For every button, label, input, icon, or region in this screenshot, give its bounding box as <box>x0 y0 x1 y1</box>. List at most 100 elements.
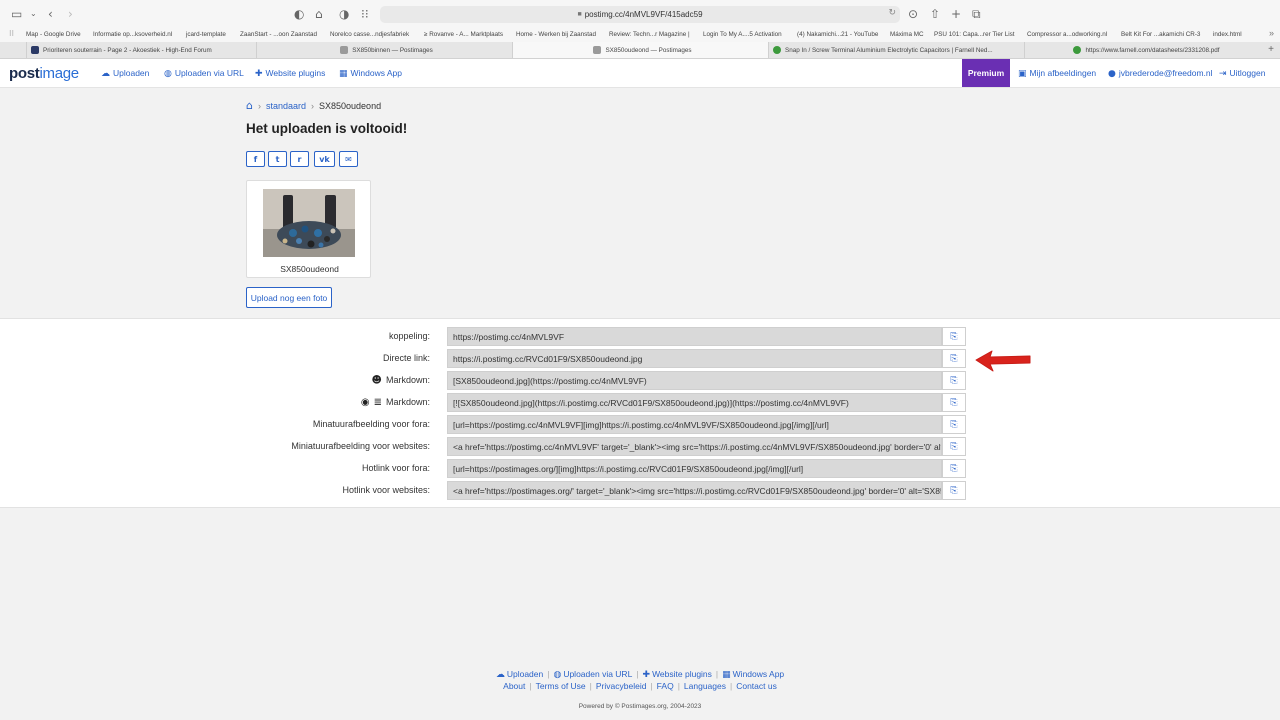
link-value-field[interactable]: [![SX850oudeond.jpg](https://i.postimg.c… <box>447 393 942 412</box>
nav-upload[interactable]: ☁ Uploaden <box>101 68 149 79</box>
footer-languages-link[interactable]: Languages <box>684 681 726 691</box>
footer-plugins-label: Website plugins <box>652 669 712 679</box>
bookmark-item[interactable]: ≥ Rovanve - A... Marktplaats <box>424 31 503 38</box>
tab-overview-icon[interactable]: ⧉ <box>972 6 981 22</box>
bookmark-item[interactable]: index.html <box>1213 31 1242 38</box>
thumbnail-card[interactable]: SX850oudeond <box>246 180 371 278</box>
bookmark-item[interactable]: Review: Techn...r Magazine | <box>609 31 690 38</box>
breadcrumb-folder[interactable]: standaard <box>266 101 306 111</box>
new-tab-plus-icon[interactable]: + <box>1268 44 1274 55</box>
copy-icon[interactable]: ⎘ <box>942 393 966 412</box>
bookmark-item[interactable]: ZaanStart - ...oon Zaanstad <box>240 31 317 38</box>
nav-user[interactable]: ● jvbrederode@freedom.nl <box>1108 68 1213 79</box>
reddit-icon: r <box>297 154 302 164</box>
link-value-field[interactable]: <a href='https://postimg.cc/4nMVL9VF' ta… <box>447 437 942 456</box>
chevron-down-icon[interactable]: ⌄ <box>30 6 37 22</box>
nav-logout-label: Uitloggen <box>1229 68 1266 78</box>
windows-icon: ▦ <box>722 670 731 680</box>
link-value-field[interactable]: https://i.postimg.cc/RVCd01F9/SX850oudeo… <box>447 349 942 368</box>
nav-my-images[interactable]: ▣ Mijn afbeeldingen <box>1018 68 1096 79</box>
copy-icon[interactable]: ⎘ <box>942 459 966 478</box>
link-label: Directe link: <box>382 353 430 363</box>
copy-icon[interactable]: ⎘ <box>942 415 966 434</box>
share-reddit-button[interactable]: r <box>290 151 309 167</box>
bookmark-item[interactable]: jcard-template <box>186 31 226 38</box>
footer-separator: | <box>677 681 680 691</box>
link-row-direct: Directe link: https://i.postimg.cc/RVCd0… <box>0 349 1280 368</box>
footer-terms-link[interactable]: Terms of Use <box>536 681 586 691</box>
copy-icon[interactable]: ⎘ <box>942 349 966 368</box>
nav-upload-url[interactable]: ◍ Uploaden via URL <box>164 68 244 79</box>
tab-label: https://www.farnell.com/datasheets/23312… <box>1085 46 1220 54</box>
nav-logout[interactable]: ⇥ Uitloggen <box>1219 68 1265 79</box>
share-facebook-button[interactable]: f <box>246 151 265 167</box>
footer-contact-link[interactable]: Contact us <box>736 681 777 691</box>
email-icon: ✉ <box>345 154 352 164</box>
sidebar-toggle-icon[interactable]: ▭ <box>11 6 22 22</box>
upload-another-button[interactable]: Upload nog een foto <box>246 287 332 308</box>
privacy-report-icon[interactable]: ◐ <box>294 6 304 22</box>
uploaded-photo[interactable] <box>263 189 355 257</box>
premium-button[interactable]: Premium <box>962 59 1010 87</box>
bookmark-item[interactable]: Máxima MC <box>890 31 924 38</box>
copy-icon[interactable]: ⎘ <box>942 327 966 346</box>
bookmarks-overflow-icon[interactable]: » <box>1269 28 1274 38</box>
footer-faq-link[interactable]: FAQ <box>657 681 674 691</box>
grid-icon[interactable]: ⁝⁝ <box>361 6 369 22</box>
bookmark-item[interactable]: Login To My A....5 Activation <box>703 31 782 38</box>
tab-bar: Prioriteren souterrain - Page 2 - Akoest… <box>0 42 1280 59</box>
share-icon[interactable]: ⇧ <box>930 6 940 22</box>
footer-upload-link[interactable]: ☁ Uploaden <box>496 669 543 680</box>
footer-privacy-link[interactable]: Privacybeleid <box>596 681 647 691</box>
link-value-field[interactable]: [url=https://postimg.cc/4nMVL9VF][img]ht… <box>447 415 942 434</box>
link-value-field[interactable]: https://postimg.cc/4nMVL9VF <box>447 327 942 346</box>
bookmark-item[interactable]: Home - Werken bij Zaanstad <box>516 31 596 38</box>
nav-windows-label: Windows App <box>350 68 403 78</box>
reload-icon[interactable]: ↻ <box>888 8 896 18</box>
forward-icon[interactable]: › <box>68 6 73 22</box>
address-bar[interactable]: ■ postimg.cc/4nMVL9VF/415adc59 ↻ <box>380 6 900 23</box>
tab-forum[interactable]: Prioriteren souterrain - Page 2 - Akoest… <box>26 42 256 58</box>
back-icon[interactable]: ‹ <box>48 6 53 22</box>
farnell-favicon-icon <box>773 46 781 54</box>
footer-windows-link[interactable]: ▦ Windows App <box>722 669 784 680</box>
bookmark-item[interactable]: Norelco casse...ndjesfabriek <box>330 31 409 38</box>
home-icon[interactable]: ⌂ <box>315 6 323 22</box>
nav-plugins[interactable]: ✚ Website plugins <box>255 68 325 79</box>
postimage-logo[interactable]: postimage <box>9 65 79 82</box>
new-tab-icon[interactable]: + <box>951 6 961 22</box>
share-email-button[interactable]: ✉ <box>339 151 358 167</box>
home-icon[interactable]: ⌂ <box>246 99 253 112</box>
footer-plugins-link[interactable]: ✚ Website plugins <box>643 669 712 680</box>
tab-farnell[interactable]: Snap In / Screw Terminal Aluminium Elect… <box>768 42 1024 58</box>
share-vk-button[interactable]: vk <box>314 151 335 167</box>
link-value-field[interactable]: <a href='https://postimages.org/' target… <box>447 481 942 500</box>
footer-upload-url-link[interactable]: ◍ Uploaden via URL <box>553 669 632 680</box>
tab-label: Snap In / Screw Terminal Aluminium Elect… <box>785 46 993 54</box>
bookmark-item[interactable]: Compressor a...odworking.nl <box>1027 31 1107 38</box>
link-label: Minatuurafbeelding voor fora: <box>312 419 430 429</box>
nav-my-images-label: Mijn afbeeldingen <box>1029 68 1097 78</box>
bookmarks-grid-icon[interactable]: ⁝⁝ <box>9 29 14 38</box>
copy-icon[interactable]: ⎘ <box>942 371 966 390</box>
bookmark-item[interactable]: Informatie op...ksoverheid.nl <box>93 31 172 38</box>
footer-about-link[interactable]: About <box>503 681 525 691</box>
link-value-field[interactable]: [SX850oudeond.jpg](https://postimg.cc/4n… <box>447 371 942 390</box>
browser-toolbar: ▭ ⌄ ‹ › ◐ ⌂ ◑ ⁝⁝ ■ postimg.cc/4nMVL9VF/4… <box>0 0 1280 28</box>
tab-datasheet[interactable]: https://www.farnell.com/datasheets/23312… <box>1024 42 1264 58</box>
shield-icon[interactable]: ◑ <box>339 6 349 22</box>
nav-windows-app[interactable]: ▦ Windows App <box>339 68 402 79</box>
footer-separator: | <box>729 681 733 691</box>
share-twitter-button[interactable]: t <box>268 151 287 167</box>
bookmark-item[interactable]: (4) Nakamichi...21 - YouTube <box>797 31 878 38</box>
bookmark-item[interactable]: Belt Kit For ...akamichi CR-3 <box>1121 31 1200 38</box>
copy-icon[interactable]: ⎘ <box>942 437 966 456</box>
breadcrumb-current: SX850oudeond <box>319 101 382 111</box>
bookmark-item[interactable]: PSU 101: Capa...rer Tier List <box>934 31 1015 38</box>
bookmark-item[interactable]: Map - Google Drive <box>26 31 81 38</box>
tab-sx850oudeond[interactable]: SX850oudeond — Postimages <box>512 42 768 58</box>
link-value-field[interactable]: [url=https://postimages.org/][img]https:… <box>447 459 942 478</box>
download-icon[interactable]: ⊙ <box>908 6 918 22</box>
copy-icon[interactable]: ⎘ <box>942 481 966 500</box>
tab-sx850binnen[interactable]: SX850binnen — Postimages <box>256 42 512 58</box>
